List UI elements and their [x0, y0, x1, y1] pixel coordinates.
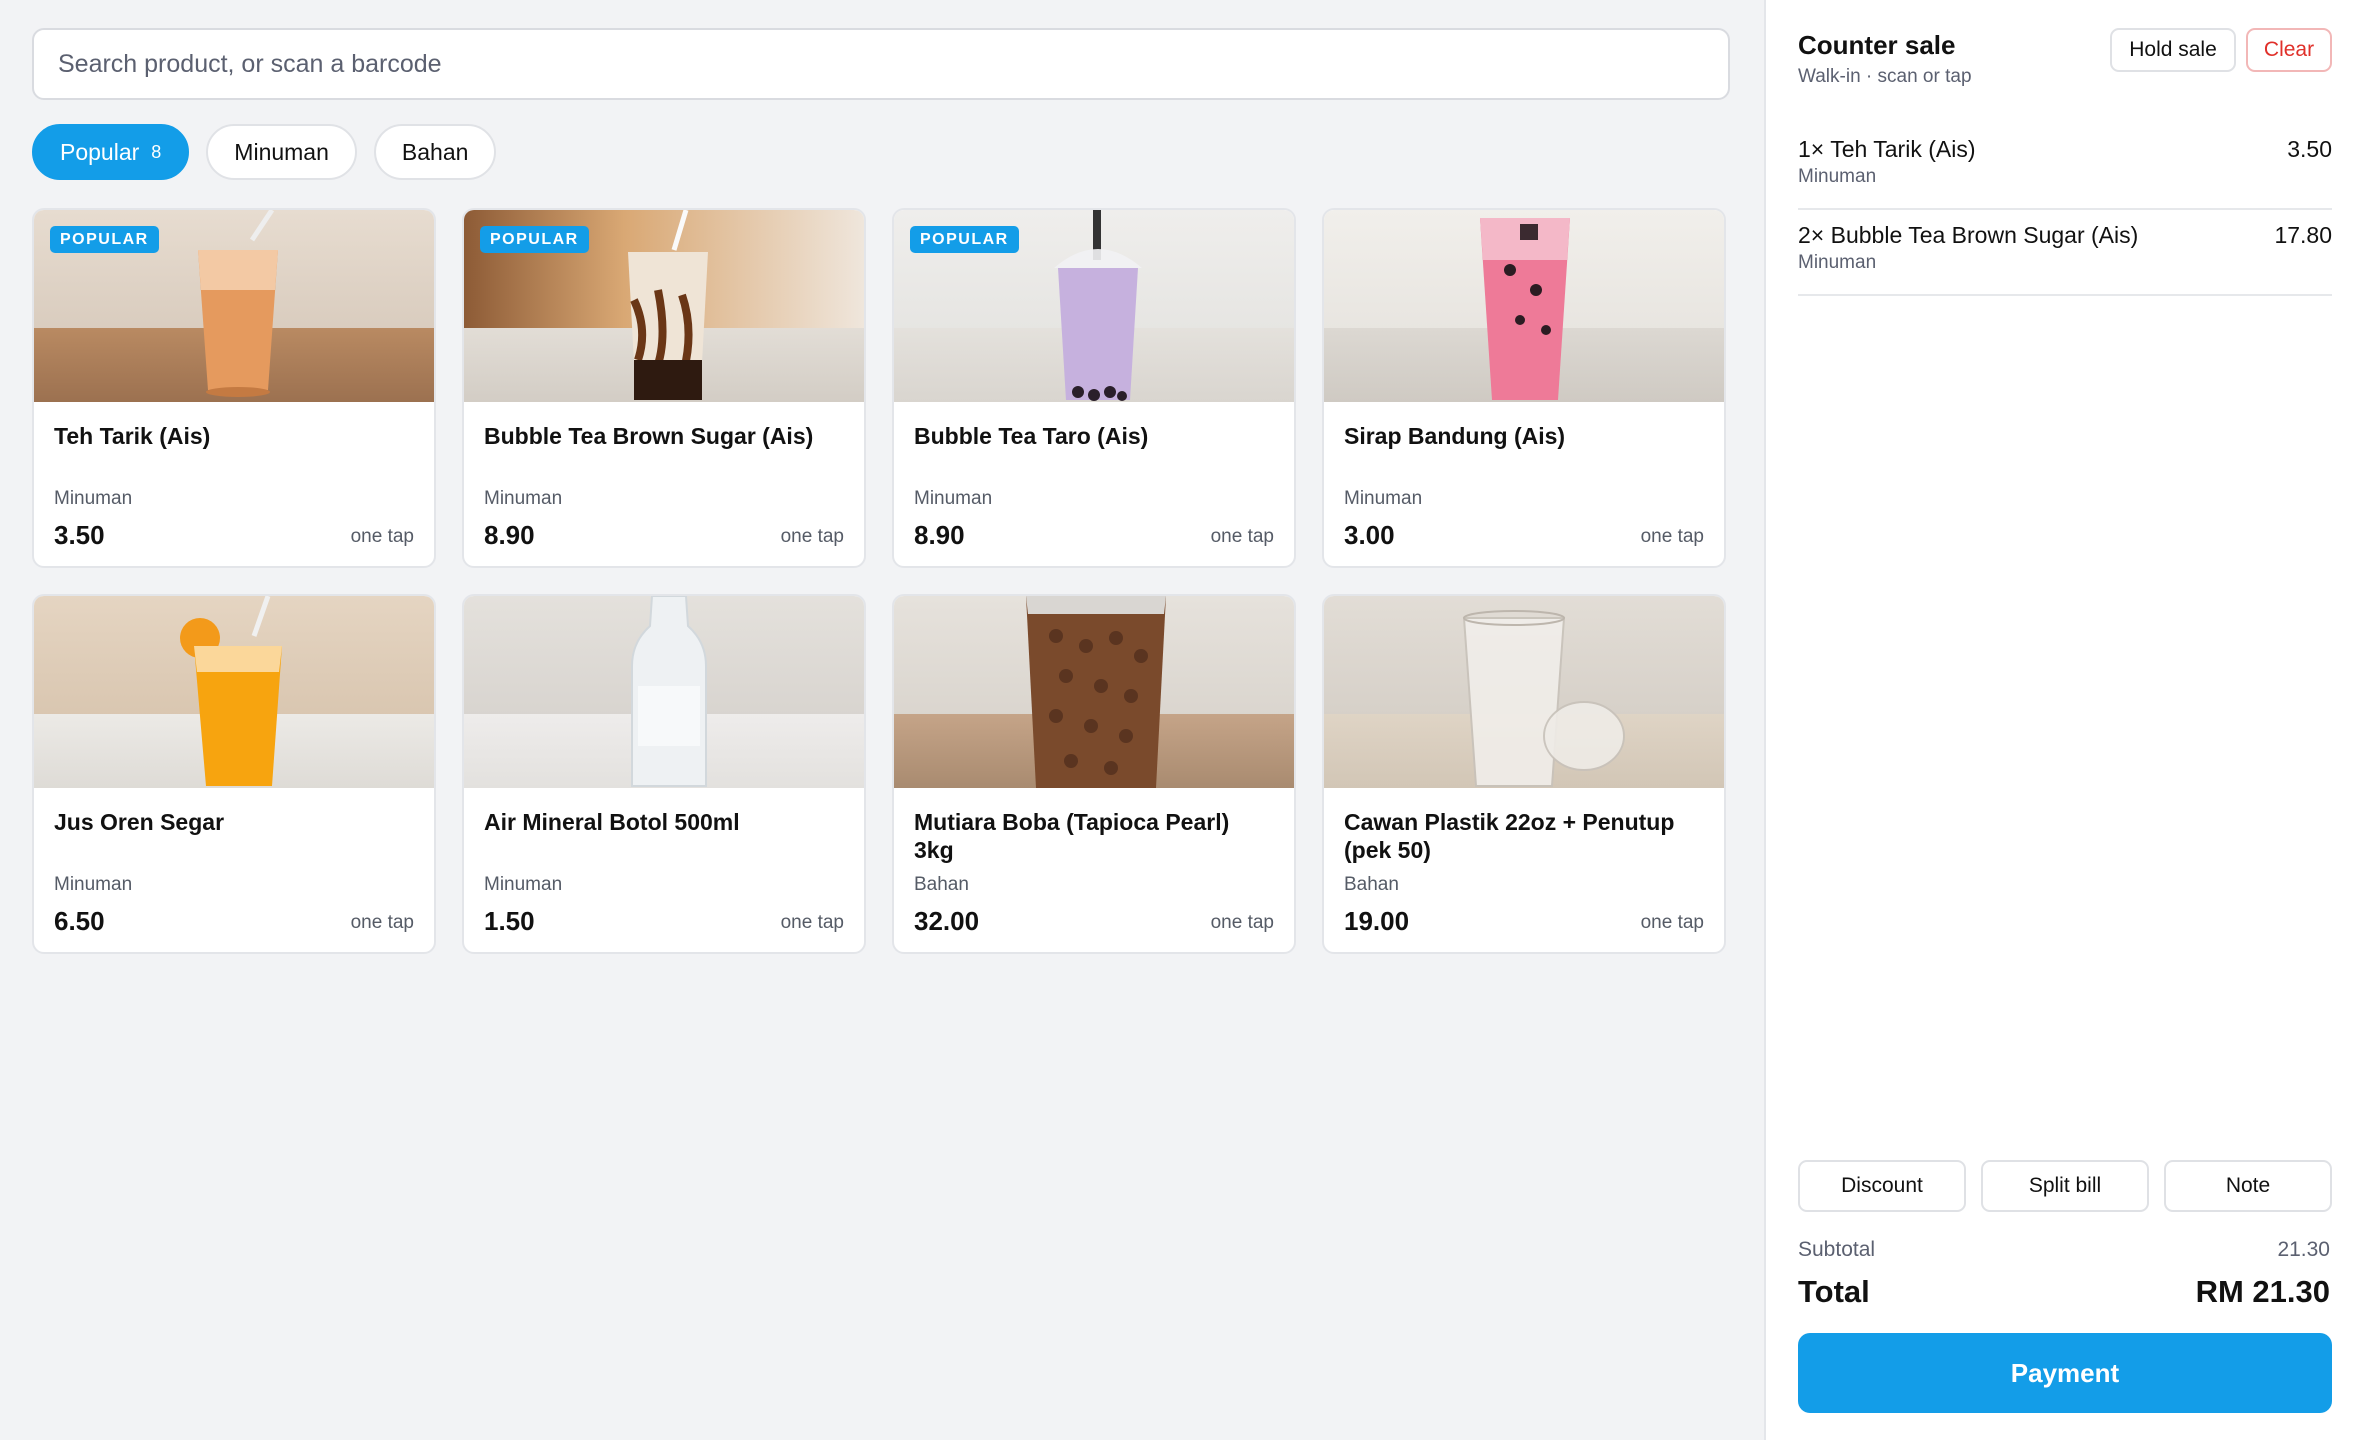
product-name: Mutiara Boba (Tapioca Pearl) 3kg [914, 809, 1230, 863]
product-price: 8.90 [484, 520, 535, 550]
payment-button[interactable]: Payment [1798, 1333, 2332, 1413]
product-image-orange-juice [34, 596, 434, 788]
clear-button[interactable]: Clear [2246, 28, 2332, 72]
product-card[interactable]: Jus Oren Segar Minuman 6.50 one tap [32, 594, 436, 954]
note-button[interactable]: Note [2164, 1160, 2332, 1212]
one-tap-hint: one tap [780, 912, 844, 933]
cart-line[interactable]: 2× Bubble Tea Brown Sugar (Ais) Minuman … [1798, 210, 2332, 296]
product-image-taro-boba: POPULAR [894, 210, 1294, 402]
product-image-pink-rose-drink [1324, 210, 1724, 402]
discount-button[interactable]: Discount [1798, 1160, 1966, 1212]
subtotal-value: 21.30 [2277, 1238, 2330, 1261]
total-value: RM 21.30 [2195, 1274, 2330, 1309]
popular-badge: POPULAR [480, 226, 589, 253]
popular-badge: POPULAR [50, 226, 159, 253]
category-filter: Popular 8 Minuman Bahan [32, 124, 497, 180]
product-price: 6.50 [54, 906, 105, 936]
product-card[interactable]: Cawan Plastik 22oz + Penutup (pek 50) Ba… [1322, 594, 1726, 954]
product-image-brown-sugar-boba: POPULAR [464, 210, 864, 402]
chip-count: 8 [151, 141, 162, 162]
chip-label: Minuman [234, 138, 329, 165]
chip-bahan[interactable]: Bahan [373, 124, 497, 180]
product-category: Minuman [54, 874, 133, 895]
product-card[interactable]: Air Mineral Botol 500ml Minuman 1.50 one… [462, 594, 866, 954]
product-name: Sirap Bandung (Ais) [1344, 423, 1566, 449]
product-price: 8.90 [914, 520, 965, 550]
product-card[interactable]: POPULAR Bubble Tea Taro (Ais) Minuman 8.… [892, 208, 1296, 568]
product-name: Cawan Plastik 22oz + Penutup (pek 50) [1344, 809, 1675, 863]
product-category: Minuman [914, 488, 993, 509]
cart-line-name: 2× Bubble Tea Brown Sugar (Ais) [1798, 222, 2139, 248]
cart-line-category: Minuman [1798, 166, 1877, 187]
product-card[interactable]: POPULAR Teh Tarik (Ais) Minuman 3.50 one… [32, 208, 436, 568]
popular-badge: POPULAR [910, 226, 1019, 253]
cart-line-category: Minuman [1798, 252, 1877, 273]
product-card[interactable]: Sirap Bandung (Ais) Minuman 3.00 one tap [1322, 208, 1726, 568]
product-name: Bubble Tea Taro (Ais) [914, 423, 1149, 449]
product-image-iced-milk-tea: POPULAR [34, 210, 434, 402]
product-price: 3.00 [1344, 520, 1395, 550]
product-card[interactable]: Mutiara Boba (Tapioca Pearl) 3kg Bahan 3… [892, 594, 1296, 954]
product-category: Minuman [484, 874, 563, 895]
cart-subtitle: Walk-in · scan or tap [1798, 66, 1972, 87]
product-grid: POPULAR Teh Tarik (Ais) Minuman 3.50 one… [32, 208, 1726, 954]
cart-title: Counter sale [1798, 30, 1956, 60]
one-tap-hint: one tap [1210, 912, 1274, 933]
chip-minuman[interactable]: Minuman [206, 124, 357, 180]
one-tap-hint: one tap [350, 526, 414, 547]
product-category: Bahan [914, 874, 969, 895]
one-tap-hint: one tap [1640, 526, 1704, 547]
one-tap-hint: one tap [1210, 526, 1274, 547]
one-tap-hint: one tap [780, 526, 844, 547]
split-bill-button[interactable]: Split bill [1981, 1160, 2149, 1212]
cart-panel: Counter sale Walk-in · scan or tap Hold … [1764, 0, 2360, 1440]
search-input[interactable] [32, 28, 1730, 100]
one-tap-hint: one tap [1640, 912, 1704, 933]
cart-line-amount: 3.50 [2287, 136, 2332, 162]
product-price: 3.50 [54, 520, 105, 550]
product-image-tapioca-pearl-bag [894, 596, 1294, 788]
chip-label: Bahan [401, 138, 469, 165]
cart-line-amount: 17.80 [2274, 222, 2332, 248]
total-label: Total [1798, 1274, 1870, 1309]
product-name: Air Mineral Botol 500ml [484, 809, 740, 835]
product-category: Bahan [1344, 874, 1399, 895]
product-price: 1.50 [484, 906, 535, 936]
one-tap-hint: one tap [350, 912, 414, 933]
cart-line-name: 1× Teh Tarik (Ais) [1798, 136, 1976, 162]
product-category: Minuman [54, 488, 133, 509]
product-category: Minuman [1344, 488, 1423, 509]
cart-line[interactable]: 1× Teh Tarik (Ais) Minuman 3.50 [1798, 124, 2332, 210]
product-name: Bubble Tea Brown Sugar (Ais) [484, 423, 814, 449]
product-name: Teh Tarik (Ais) [54, 423, 211, 449]
pos-app: Popular 8 Minuman Bahan [0, 0, 2360, 1440]
product-catalog: Popular 8 Minuman Bahan [0, 0, 1764, 1440]
product-card[interactable]: POPULAR Bubble Tea Brown Sugar (Ais) Min… [462, 208, 866, 568]
hold-sale-button[interactable]: Hold sale [2110, 28, 2236, 72]
product-image-water-bottle [464, 596, 864, 788]
chip-popular[interactable]: Popular 8 [32, 124, 190, 180]
subtotal-label: Subtotal [1798, 1238, 1876, 1261]
product-price: 32.00 [914, 906, 980, 936]
chip-label: Popular [60, 138, 140, 165]
product-name: Jus Oren Segar [54, 809, 225, 835]
product-price: 19.00 [1344, 906, 1410, 936]
product-image-plastic-cup [1324, 596, 1724, 788]
product-category: Minuman [484, 488, 563, 509]
